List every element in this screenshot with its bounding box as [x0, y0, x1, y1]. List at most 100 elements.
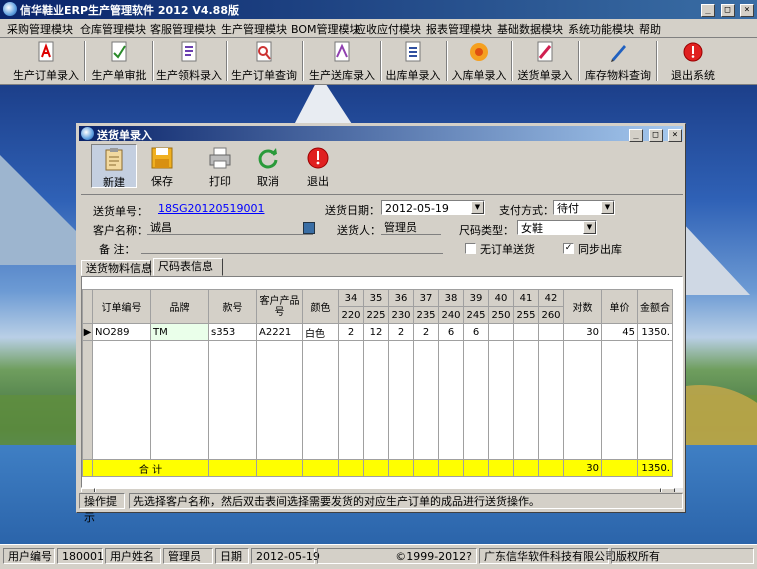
chevron-down-icon[interactable]: ▼: [583, 221, 596, 234]
menu-warehouse[interactable]: 仓库管理模块: [80, 21, 146, 37]
menu-reports[interactable]: 报表管理模块: [426, 21, 492, 37]
close-button[interactable]: ×: [740, 4, 754, 17]
cell-size-qty[interactable]: 2: [388, 323, 414, 341]
printer-icon: [209, 147, 231, 169]
col-size[interactable]: 41: [513, 289, 539, 307]
col-size[interactable]: 40: [488, 289, 514, 307]
col-size[interactable]: 39: [463, 289, 489, 307]
cancel-label: 取消: [257, 175, 279, 188]
save-button[interactable]: 保存: [139, 144, 185, 188]
cell-order-no[interactable]: NO289: [92, 323, 151, 341]
production-order-query-button[interactable]: 生产订单查询: [228, 38, 300, 84]
col-brand[interactable]: 品牌: [150, 289, 209, 324]
delivery-no-link[interactable]: 18SG20120519001: [155, 201, 265, 216]
delivery-date-label: 送货日期：: [325, 204, 380, 217]
menu-system[interactable]: 系统功能模块: [568, 21, 634, 37]
customer-picker-icon[interactable]: [303, 222, 315, 234]
exit-system-button[interactable]: 退出系统: [664, 38, 722, 84]
tab-size-table[interactable]: 尺码表信息: [153, 258, 223, 276]
toolbar-label: 生产领料录入: [156, 69, 222, 82]
menu-bom[interactable]: BOM管理模块: [291, 21, 361, 37]
cell-size-qty[interactable]: 6: [463, 323, 489, 341]
dialog-minimize-button[interactable]: _: [629, 129, 643, 142]
exit-icon: [683, 42, 703, 62]
cell-size-qty[interactable]: 2: [338, 323, 364, 341]
delivery-note-entry-button[interactable]: 送货单录入: [514, 38, 576, 84]
material-document-icon: [181, 41, 197, 62]
cancel-button[interactable]: 取消: [245, 144, 291, 188]
col-size[interactable]: 36: [388, 289, 414, 307]
pdf-document-icon: [38, 41, 54, 62]
minimize-button[interactable]: _: [701, 4, 715, 17]
col-size[interactable]: 37: [413, 289, 439, 307]
sync-out-checkbox[interactable]: ✓: [563, 243, 574, 254]
col-price[interactable]: 单价: [601, 289, 638, 324]
delivery-table: 订单编号 品牌 款号 客户产品号 颜色 34 35 36 37 38 39 40…: [82, 289, 673, 477]
app-titlebar: 信华鞋业ERP生产管理软件 2012 V4.88版 _ □ ×: [0, 0, 757, 19]
cell-brand[interactable]: TM: [150, 323, 209, 341]
cell-pairs[interactable]: 30: [563, 323, 602, 341]
menu-receivable-payable[interactable]: 应收应付模块: [355, 21, 421, 37]
cell-color[interactable]: 白色: [302, 323, 339, 341]
col-cust-product[interactable]: 客户产品号: [256, 289, 303, 324]
col-size[interactable]: 35: [363, 289, 389, 307]
menu-help[interactable]: 帮助: [639, 21, 661, 37]
shipping-document-icon: [537, 41, 553, 62]
cell-size-qty[interactable]: 2: [413, 323, 439, 341]
save-label: 保存: [151, 175, 173, 188]
chevron-down-icon[interactable]: ▼: [471, 201, 484, 214]
cell-cust-product[interactable]: A2221: [256, 323, 303, 341]
no-order-checkbox[interactable]: [465, 243, 476, 254]
cell-size-qty[interactable]: 6: [438, 323, 464, 341]
date-label: 日期: [215, 548, 249, 564]
menu-purchase[interactable]: 采购管理模块: [7, 21, 73, 37]
dialog-maximize-button[interactable]: □: [648, 129, 663, 142]
copyright-text: ©1999-2012?: [317, 548, 477, 564]
empty-rows: [82, 340, 673, 460]
chevron-down-icon[interactable]: ▼: [601, 201, 614, 214]
col-style[interactable]: 款号: [208, 289, 257, 324]
cell-style[interactable]: s353: [208, 323, 257, 341]
col-size[interactable]: 42: [538, 289, 564, 307]
cell-size-qty[interactable]: 12: [363, 323, 389, 341]
menu-basic-data[interactable]: 基础数据模块: [497, 21, 563, 37]
col-amount[interactable]: 金额合: [637, 289, 673, 324]
payment-select[interactable]: 待付 ▼: [553, 200, 615, 215]
material-requisition-button[interactable]: 生产领料录入: [154, 38, 224, 84]
customer-input[interactable]: 诚昌: [147, 220, 313, 235]
col-order-no[interactable]: 订单编号: [92, 289, 151, 324]
menu-customer-service[interactable]: 客服管理模块: [150, 21, 216, 37]
inbound-entry-button[interactable]: 入库单录入: [450, 38, 508, 84]
maximize-button[interactable]: □: [720, 4, 735, 17]
col-size[interactable]: 38: [438, 289, 464, 307]
cell-size-qty[interactable]: [488, 323, 514, 341]
customer-value: 诚昌: [150, 221, 172, 234]
print-button[interactable]: 打印: [197, 144, 243, 188]
outbound-entry-button[interactable]: 出库单录入: [382, 38, 444, 84]
inventory-query-button[interactable]: 库存物料查询: [582, 38, 654, 84]
remark-input[interactable]: [141, 239, 443, 254]
menu-production[interactable]: 生产管理模块: [221, 21, 287, 37]
cell-size-qty[interactable]: [538, 323, 564, 341]
production-approval-button[interactable]: 生产单审批: [88, 38, 150, 84]
toolbar-label: 入库单录入: [451, 69, 507, 82]
outbound-document-icon: [405, 41, 421, 62]
delivery-date-picker[interactable]: 2012-05-19 ▼: [381, 200, 485, 215]
col-pairs[interactable]: 对数: [563, 289, 602, 324]
dialog-close-button[interactable]: ×: [668, 129, 682, 142]
cell-size-qty[interactable]: [513, 323, 539, 341]
cell-price[interactable]: 45: [601, 323, 638, 341]
production-warehouse-entry-button[interactable]: 生产送库录入: [306, 38, 378, 84]
new-button[interactable]: 新建: [91, 144, 137, 189]
search-document-icon: [256, 41, 272, 62]
size-type-select[interactable]: 女鞋 ▼: [517, 220, 597, 235]
cell-amount[interactable]: 1350.: [637, 323, 673, 341]
hint-text: 先选择客户名称，然后双击表间选择需要发货的对应生产订单的成品进行送货操作。: [129, 493, 683, 509]
deliverer-input[interactable]: 管理员: [381, 220, 441, 235]
tab-delivery-material[interactable]: 送货物料信息: [81, 260, 152, 276]
col-color[interactable]: 颜色: [302, 289, 339, 324]
col-size[interactable]: 34: [338, 289, 364, 307]
exit-button[interactable]: 退出: [295, 144, 341, 188]
production-order-entry-button[interactable]: 生产订单录入: [10, 38, 82, 84]
table-row[interactable]: ▶ NO289 TM s353 A2221 白色 2 12 2 2 6 6 30…: [82, 323, 673, 341]
